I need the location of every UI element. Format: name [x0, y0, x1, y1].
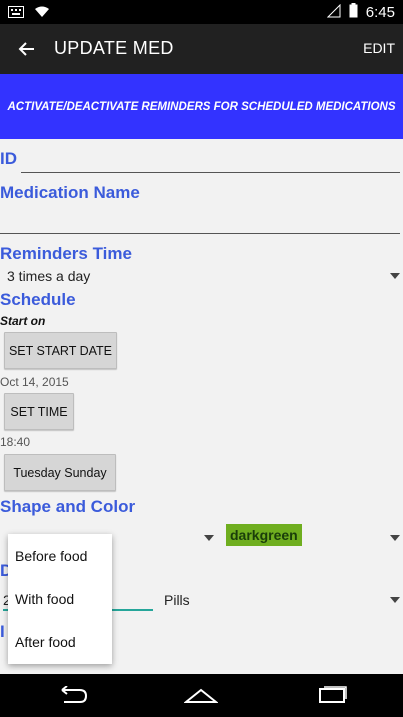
time-value: 18:40: [0, 435, 31, 449]
shape-and-color-label: Shape and Color: [0, 497, 136, 516]
days-label: Tuesday Sunday: [13, 465, 107, 480]
popup-item-before-food[interactable]: Before food: [15, 548, 87, 564]
schedule-label: Schedule: [0, 290, 76, 309]
nav-recents-icon[interactable]: [316, 686, 348, 709]
dropdown-caret-icon[interactable]: [204, 535, 214, 541]
reminders-banner: ACTIVATE/DEACTIVATE REMINDERS FOR SCHEDU…: [0, 74, 403, 139]
dropdown-caret-icon[interactable]: [390, 597, 400, 603]
nav-back-icon[interactable]: [56, 685, 88, 709]
set-start-date-label: SET START DATE: [8, 343, 113, 358]
banner-text: ACTIVATE/DEACTIVATE REMINDERS FOR SCHEDU…: [7, 100, 396, 113]
back-arrow-icon[interactable]: [16, 38, 38, 60]
keyboard-icon: [8, 5, 24, 23]
app-bar: UPDATE MED EDIT: [0, 24, 403, 74]
instructions-label: I: [0, 622, 5, 641]
navigation-bar: [0, 674, 403, 717]
popup-item-with-food[interactable]: With food: [15, 591, 74, 607]
reminders-time-spinner[interactable]: 3 times a day: [7, 268, 90, 284]
reminders-time-label: Reminders Time: [0, 244, 132, 263]
dosage-unit-spinner[interactable]: Pills: [164, 592, 190, 608]
food-instructions-popup: Before food With food After food: [8, 534, 112, 664]
dropdown-caret-icon[interactable]: [390, 273, 400, 279]
id-field[interactable]: [21, 172, 400, 173]
days-button[interactable]: Tuesday Sunday: [4, 454, 116, 491]
medication-name-field[interactable]: [0, 233, 400, 234]
clock-text: 6:45: [365, 4, 395, 21]
color-spinner[interactable]: darkgreen: [226, 524, 302, 546]
wifi-icon: [34, 5, 50, 23]
nav-home-icon[interactable]: [183, 686, 219, 709]
popup-item-after-food[interactable]: After food: [15, 634, 76, 650]
page-title: UPDATE MED: [54, 38, 174, 58]
start-date-value: Oct 14, 2015: [0, 375, 69, 389]
signal-icon: [326, 3, 341, 22]
set-time-button[interactable]: SET TIME: [4, 393, 74, 430]
battery-icon: [349, 3, 358, 22]
medication-name-label: Medication Name: [0, 183, 140, 202]
id-label: ID: [0, 149, 17, 168]
set-start-date-button[interactable]: SET START DATE: [4, 332, 117, 369]
start-on-label: Start on: [0, 314, 46, 328]
edit-button[interactable]: EDIT: [363, 40, 395, 56]
status-bar: 6:45: [0, 0, 403, 24]
set-time-label: SET TIME: [10, 404, 68, 419]
dropdown-caret-icon[interactable]: [390, 535, 400, 541]
